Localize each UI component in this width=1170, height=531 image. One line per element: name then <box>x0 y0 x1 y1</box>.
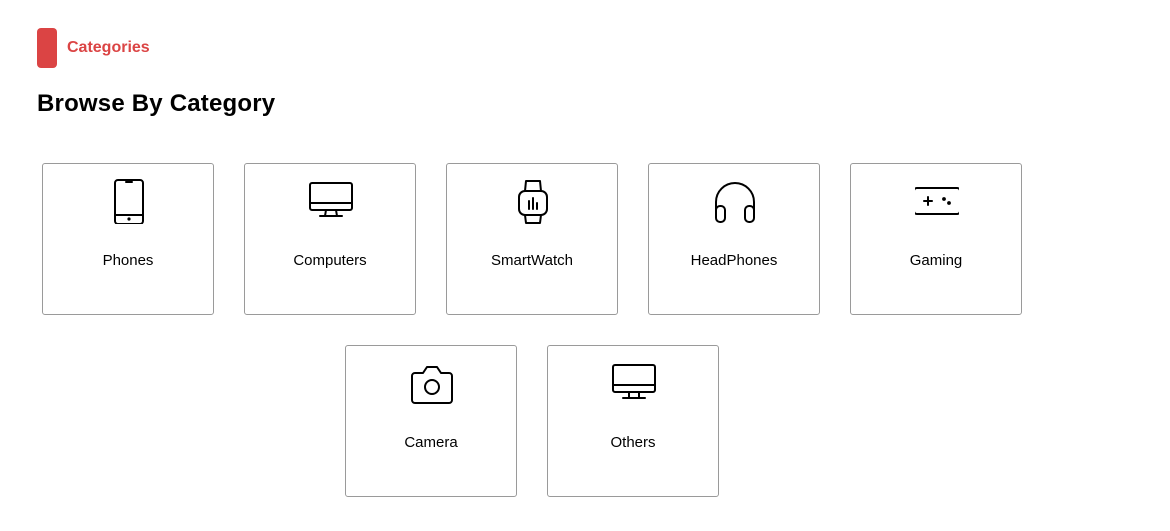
computer-icon <box>309 178 353 224</box>
phone-icon <box>107 178 151 224</box>
category-card-phones[interactable]: Phones <box>42 163 214 315</box>
monitor-icon <box>612 360 656 406</box>
category-card-camera[interactable]: Camera <box>345 345 517 497</box>
category-label: HeadPhones <box>690 252 778 269</box>
section-tag-label: Categories <box>67 39 150 56</box>
section-heading: Browse By Category <box>37 90 276 117</box>
category-label: Camera <box>404 434 458 451</box>
category-label: Others <box>610 434 656 451</box>
category-label: Computers <box>293 252 367 269</box>
category-card-others[interactable]: Others <box>547 345 719 497</box>
category-label: Gaming <box>909 252 963 269</box>
category-label: Phones <box>102 252 154 269</box>
category-label: SmartWatch <box>491 252 573 269</box>
camera-icon <box>410 360 454 406</box>
gamepad-icon <box>915 178 959 224</box>
smartwatch-icon <box>511 178 555 224</box>
category-card-smartwatch[interactable]: SmartWatch <box>446 163 618 315</box>
section-tag: Categories <box>37 28 150 68</box>
section-tag-bar <box>37 28 57 68</box>
headphones-icon <box>713 178 757 224</box>
category-card-headphones[interactable]: HeadPhones <box>648 163 820 315</box>
category-card-gaming[interactable]: Gaming <box>850 163 1022 315</box>
category-card-computers[interactable]: Computers <box>244 163 416 315</box>
